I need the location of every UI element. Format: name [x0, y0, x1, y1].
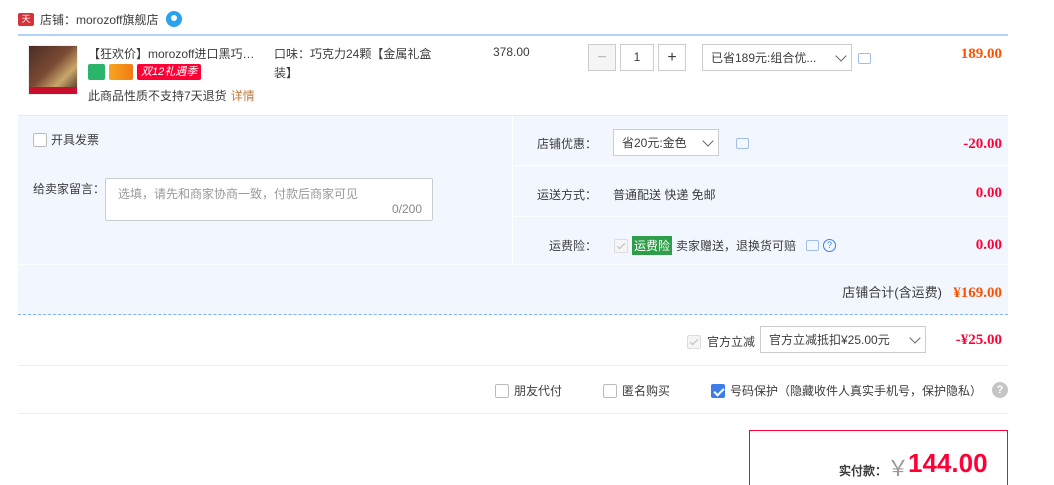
- anonymous-label: 匿名购买: [622, 384, 671, 398]
- panel-divider: [512, 116, 513, 264]
- message-icon[interactable]: [806, 240, 820, 251]
- item-discount-select[interactable]: 已省189元:组合优...: [702, 44, 852, 71]
- number-protect-checkbox[interactable]: [711, 383, 725, 398]
- divider: [18, 413, 1008, 414]
- qty-increase-button[interactable]: +: [658, 44, 686, 71]
- return-policy-text: 此商品性质不支持7天退货: [88, 89, 227, 103]
- official-discount-checkbox: [687, 334, 701, 349]
- message-placeholder: 选填，请先和商家协商一致，付款后商家可见: [118, 187, 359, 201]
- shop-discount-label: 店铺优惠：: [537, 137, 598, 151]
- friend-pay-checkbox[interactable]: [495, 383, 509, 398]
- divider: [18, 365, 1008, 366]
- qty-decrease-button[interactable]: −: [588, 44, 616, 71]
- pay-amount: 144.00: [908, 448, 988, 478]
- official-discount-amount: -¥25.00: [955, 332, 1002, 348]
- shop-total-label: 店铺合计(含运费): [842, 285, 942, 300]
- card-payment-icon: [109, 64, 133, 80]
- message-label: 给卖家留言：: [33, 182, 106, 196]
- panel-divider: [513, 165, 1008, 166]
- official-discount-label: 官方立减: [707, 335, 756, 349]
- shipping-method: 普通配送 快递 免邮: [613, 188, 716, 202]
- quantity-stepper: − 1 +: [588, 44, 686, 71]
- invoice-label: 开具发票: [51, 133, 100, 147]
- anonymous-checkbox[interactable]: [603, 383, 617, 398]
- divider: [18, 34, 1008, 36]
- shop-total: 店铺合计(含运费) ¥169.00: [700, 282, 1002, 302]
- help-icon[interactable]: ?: [992, 382, 1008, 398]
- product-thumbnail[interactable]: [28, 45, 78, 95]
- official-discount-option: 官方立减: [687, 333, 755, 350]
- message-icon[interactable]: [858, 53, 871, 64]
- payment-summary: 实付款： ￥ 144.00: [749, 430, 1008, 485]
- item-subtotal: 189.00: [960, 46, 1002, 62]
- invoice-checkbox[interactable]: [33, 132, 47, 147]
- panel-divider: [513, 216, 1008, 217]
- number-protect-label: 号码保护（隐藏收件人真实手机号，保护隐私）: [730, 384, 983, 398]
- shop-discount-value: 省20元:金色: [622, 136, 687, 150]
- unit-price: 378.00: [493, 45, 530, 59]
- seller-message-field[interactable]: 选填，请先和商家协商一致，付款后商家可见 0/200: [105, 178, 433, 221]
- shop-header: 天猫 店铺：morozoff旗舰店: [18, 10, 183, 37]
- insurance-text: 卖家赠送，退换货可赔: [676, 239, 797, 253]
- insurance-tag: 运费险: [632, 236, 673, 255]
- friend-pay-label: 朋友代付: [514, 384, 563, 398]
- guarantee-icon: [88, 64, 105, 80]
- insurance-amount: 0.00: [975, 237, 1002, 253]
- pay-label: 实付款：: [839, 464, 888, 478]
- item-discount-value: 已省189元:组合优...: [711, 51, 817, 65]
- panel-divider: [18, 264, 1008, 265]
- shipping-label: 运送方式：: [537, 188, 598, 202]
- shop-name[interactable]: 店铺：morozoff旗舰店: [40, 11, 158, 28]
- insurance-option: 运费险 卖家赠送，退换货可赔 ?: [614, 236, 837, 255]
- insurance-checkbox: [614, 238, 628, 253]
- chat-contact-icon[interactable]: [166, 11, 183, 27]
- insurance-label: 运费险：: [549, 239, 598, 253]
- chevron-down-icon: [835, 49, 847, 62]
- qty-input[interactable]: 1: [620, 44, 654, 71]
- pay-currency: ￥: [887, 456, 910, 481]
- product-badges: 双12礼遇季: [88, 64, 202, 80]
- detail-link[interactable]: 详情: [231, 89, 255, 103]
- number-protect-option[interactable]: 号码保护（隐藏收件人真实手机号，保护隐私）: [711, 382, 982, 399]
- tmall-icon: 天猫: [18, 12, 34, 37]
- help-icon[interactable]: ?: [823, 239, 837, 252]
- friend-pay-option[interactable]: 朋友代付: [495, 382, 562, 399]
- message-char-count: 0/200: [391, 202, 422, 216]
- product-title[interactable]: 【狂欢价】morozoff进口黑巧克力礼盒: [88, 45, 266, 62]
- chevron-down-icon: [702, 134, 714, 147]
- product-sku: 口味：巧克力24颗【金属礼盒装】: [274, 47, 432, 80]
- message-icon[interactable]: [736, 138, 749, 149]
- anonymous-option[interactable]: 匿名购买: [603, 382, 670, 399]
- official-discount-value: 官方立减抵扣¥25.00元: [769, 333, 890, 347]
- invoice-option[interactable]: 开具发票: [33, 131, 99, 148]
- shop-total-amount: ¥169.00: [953, 285, 1002, 301]
- return-policy: 此商品性质不支持7天退货 详情: [88, 87, 255, 104]
- shipping-amount: 0.00: [975, 185, 1002, 201]
- shop-discount-select[interactable]: 省20元:金色: [613, 129, 719, 156]
- shop-discount-amount: -20.00: [963, 136, 1002, 152]
- promo-badge: 双12礼遇季: [137, 64, 202, 80]
